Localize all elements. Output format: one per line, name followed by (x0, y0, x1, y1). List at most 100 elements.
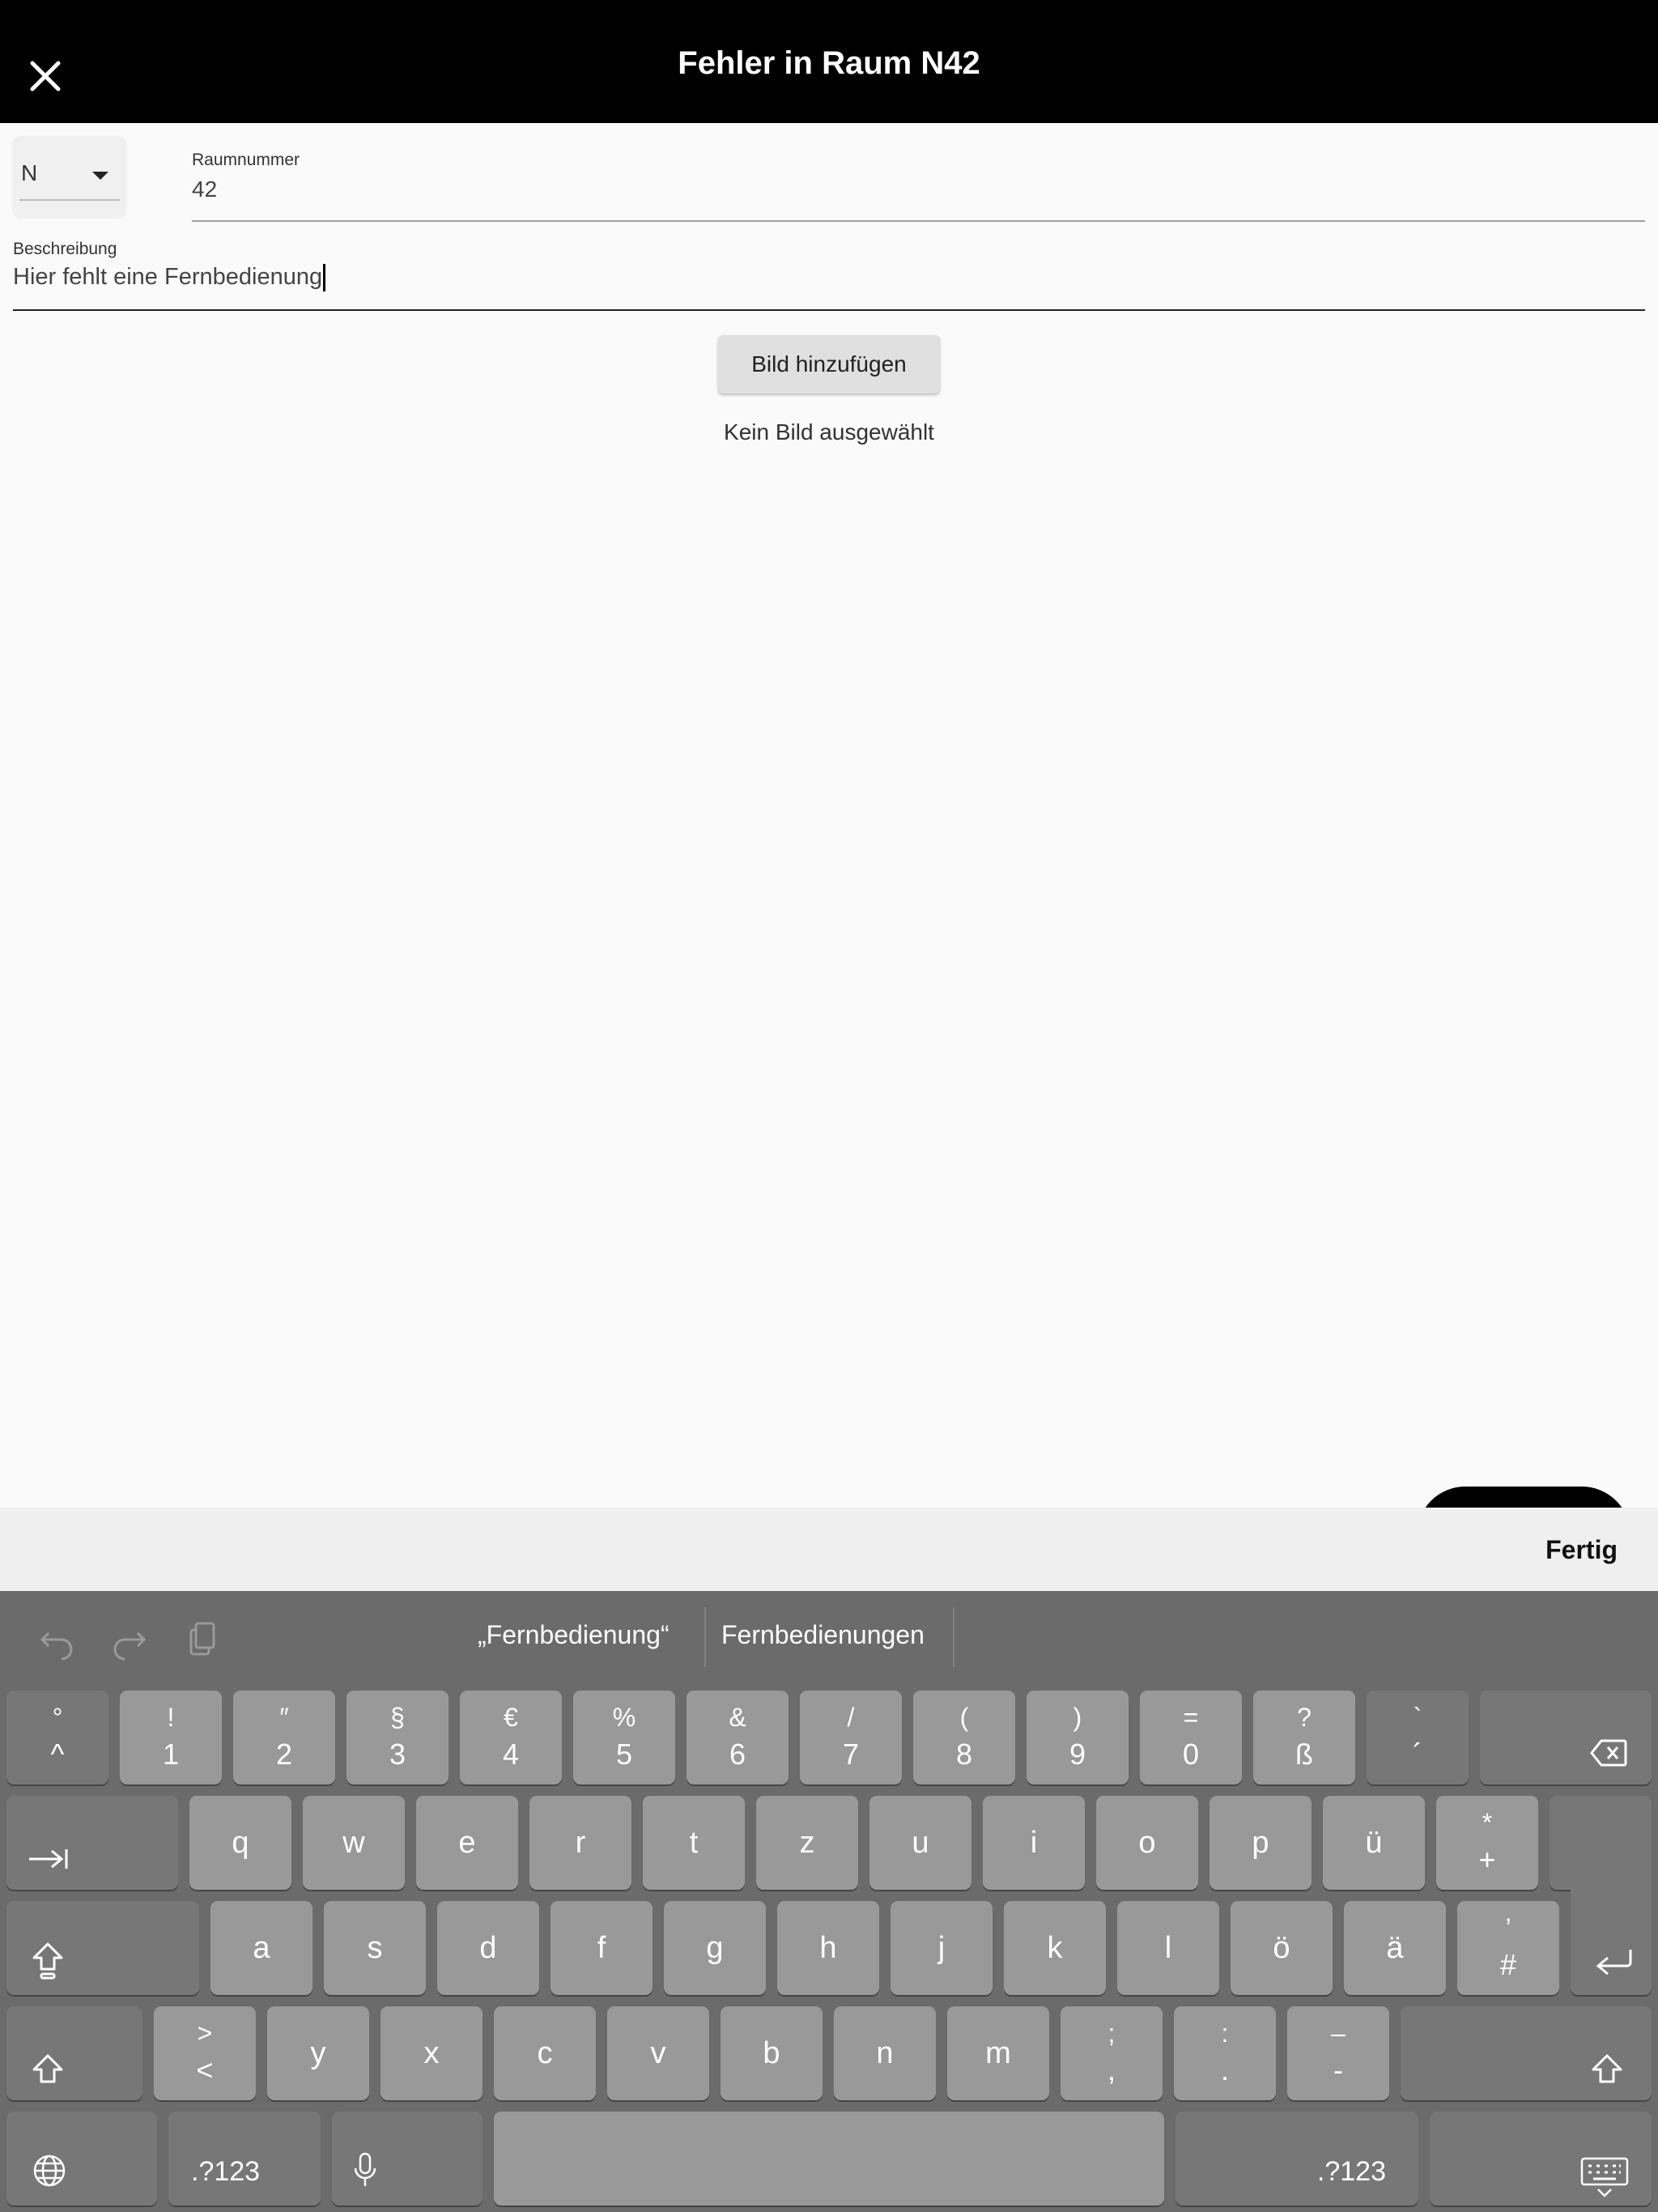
key-bottom-label: < (196, 2053, 214, 2087)
key-j[interactable]: j (891, 1901, 993, 1995)
key-w[interactable]: w (303, 1796, 405, 1890)
key-1[interactable]: ! 1 (120, 1691, 222, 1784)
key-plus[interactable]: * + (1436, 1796, 1538, 1890)
key-i[interactable]: i (983, 1796, 1085, 1890)
key-v[interactable]: v (607, 2006, 709, 2100)
key-0[interactable]: = 0 (1140, 1691, 1242, 1784)
key-z[interactable]: z (756, 1796, 858, 1890)
key-o[interactable]: o (1096, 1796, 1198, 1890)
microphone-icon (354, 2152, 376, 2186)
key-9[interactable]: ) 9 (1027, 1691, 1129, 1784)
key-bottom-label: 3 (389, 1738, 406, 1772)
key-top-label: ` (1413, 1703, 1422, 1733)
key-bottom-label: + (1478, 1843, 1496, 1877)
key-g[interactable]: g (664, 1901, 766, 1995)
key-top-label: € (504, 1703, 518, 1733)
key-t[interactable]: t (643, 1796, 745, 1890)
key-top-label: ’ (1505, 1913, 1511, 1943)
key-circumflex[interactable]: ° ^ (6, 1691, 108, 1784)
key-h[interactable]: h (777, 1901, 879, 1995)
key-d[interactable]: d (437, 1901, 539, 1995)
dictation-key[interactable] (332, 2112, 483, 2206)
key-s[interactable]: s (324, 1901, 426, 1995)
key-q[interactable]: q (189, 1796, 291, 1890)
redo-icon[interactable] (108, 1620, 149, 1661)
backspace-key[interactable] (1480, 1691, 1652, 1784)
building-dropdown[interactable]: N (13, 136, 126, 217)
text-cursor (323, 264, 326, 292)
left-shift-key[interactable] (6, 2006, 142, 2100)
key-7[interactable]: / 7 (800, 1691, 902, 1784)
key-bottom-label: ^ (50, 1738, 65, 1772)
page-title: Fehler in Raum N42 (678, 45, 980, 81)
caps-lock-key[interactable] (6, 1901, 199, 1995)
keyboard-dismiss-icon (1580, 2157, 1629, 2197)
suggestion-divider (704, 1607, 706, 1667)
key-a[interactable]: a (210, 1901, 312, 1995)
on-screen-keyboard: „Fernbedienung“ Fernbedienungen ° ^ ! 1 … (0, 1591, 1658, 2212)
key-3[interactable]: § 3 (346, 1691, 449, 1784)
key-2[interactable]: ″ 2 (233, 1691, 335, 1784)
key-bottom-label: 5 (615, 1738, 633, 1772)
key-less-than[interactable]: > < (154, 2006, 256, 2100)
key-a-umlaut[interactable]: ä (1344, 1901, 1446, 1995)
room-number-field[interactable]: Raumnummer 42 (192, 146, 1645, 222)
key-x[interactable]: x (380, 2006, 483, 2100)
key-comma[interactable]: ; , (1061, 2006, 1163, 2100)
numbers-mode-key-right[interactable]: .?123 (1175, 2112, 1418, 2206)
key-top-label: ; (1107, 2018, 1116, 2048)
undo-icon[interactable] (37, 1620, 78, 1661)
keyboard-accessory-bar: Fertig (0, 1508, 1658, 1591)
key-l[interactable]: l (1117, 1901, 1219, 1995)
key-p[interactable]: p (1209, 1796, 1312, 1890)
key-top-label: = (1183, 1703, 1199, 1733)
key-top-label: ) (1073, 1703, 1082, 1733)
suggestion-divider (953, 1607, 954, 1667)
globe-key[interactable] (6, 2112, 157, 2206)
key-f[interactable]: f (551, 1901, 653, 1995)
key-y[interactable]: y (267, 2006, 369, 2100)
return-key-upper[interactable] (1550, 1796, 1652, 1890)
key-top-label: – (1331, 2018, 1346, 2048)
key-bottom-label: 4 (502, 1738, 520, 1772)
key-5[interactable]: % 5 (573, 1691, 675, 1784)
dismiss-keyboard-key[interactable] (1430, 2112, 1652, 2206)
key-m[interactable]: m (947, 2006, 1049, 2100)
key-4[interactable]: € 4 (460, 1691, 562, 1784)
numbers-mode-key-left[interactable]: .?123 (168, 2112, 321, 2206)
key-hyphen[interactable]: – - (1287, 2006, 1389, 2100)
key-c[interactable]: c (494, 2006, 596, 2100)
key-top-label: ( (959, 1703, 969, 1733)
suggestion-item[interactable]: Fernbedienungen (721, 1620, 925, 1650)
key-top-label: ″ (279, 1703, 289, 1733)
key-r[interactable]: r (529, 1796, 631, 1890)
key-hash[interactable]: ’ # (1457, 1901, 1559, 1995)
key-bottom-label: 6 (729, 1738, 746, 1772)
add-image-button[interactable]: Bild hinzufügen (718, 335, 940, 393)
key-8[interactable]: ( 8 (913, 1691, 1015, 1784)
key-b[interactable]: b (721, 2006, 823, 2100)
space-bar[interactable] (494, 2112, 1164, 2206)
key-6[interactable]: & 6 (687, 1691, 789, 1784)
return-key[interactable] (1571, 1888, 1652, 1995)
key-k[interactable]: k (1004, 1901, 1106, 1995)
key-u-umlaut[interactable]: ü (1323, 1796, 1425, 1890)
key-u[interactable]: u (869, 1796, 971, 1890)
key-o-umlaut[interactable]: ö (1231, 1901, 1333, 1995)
key-e[interactable]: e (416, 1796, 518, 1890)
description-label: Beschreibung (13, 240, 117, 258)
image-status-text: Kein Bild ausgewählt (724, 419, 934, 445)
dropdown-underline (19, 199, 120, 201)
clipboard-icon[interactable] (181, 1620, 222, 1661)
tab-key[interactable] (6, 1796, 178, 1890)
right-shift-key[interactable] (1401, 2006, 1652, 2100)
done-button[interactable]: Fertig (1545, 1535, 1618, 1565)
suggestion-item[interactable]: „Fernbedienung“ (478, 1620, 670, 1650)
close-icon[interactable] (28, 58, 63, 94)
key-acute[interactable]: ` ´ (1367, 1691, 1469, 1784)
key-bottom-label: 9 (1069, 1738, 1086, 1772)
key-n[interactable]: n (834, 2006, 936, 2100)
description-field[interactable]: Beschreibung Hier fehlt eine Fernbedienu… (13, 236, 1645, 311)
key-eszett[interactable]: ? ß (1253, 1691, 1355, 1784)
key-period[interactable]: : . (1174, 2006, 1276, 2100)
